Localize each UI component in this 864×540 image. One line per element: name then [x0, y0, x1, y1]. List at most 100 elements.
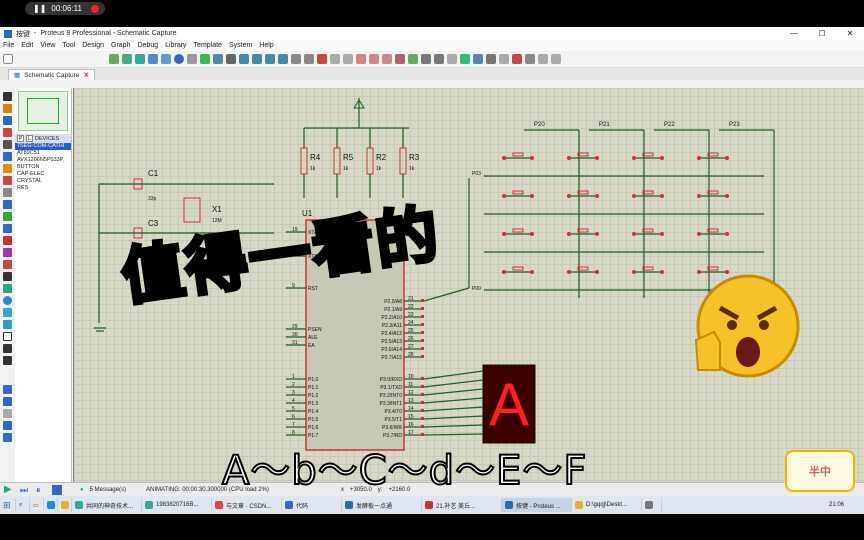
device-list-item[interactable]: AVX1206N5P033P: [15, 157, 71, 164]
packaging-icon[interactable]: [434, 54, 444, 64]
zoom-all-icon[interactable]: [265, 54, 275, 64]
search-taskbar-icon[interactable]: ⌕: [16, 498, 30, 512]
menu-system[interactable]: System: [229, 42, 252, 49]
edge-icon[interactable]: [44, 498, 58, 512]
zoom-in-icon[interactable]: [239, 54, 249, 64]
play-icon[interactable]: ▶: [4, 484, 14, 495]
subcircuit-icon[interactable]: [3, 164, 12, 173]
buses-icon[interactable]: [3, 152, 12, 161]
bom-icon[interactable]: [135, 54, 145, 64]
current-probe-icon[interactable]: [3, 248, 12, 257]
menu-view[interactable]: View: [40, 42, 55, 49]
netlist-icon[interactable]: [538, 54, 548, 64]
pick-device-icon[interactable]: [408, 54, 418, 64]
minimize-icon[interactable]: —: [780, 29, 808, 38]
pause-sim-icon[interactable]: ⏸: [36, 485, 46, 495]
close-icon[interactable]: ✕: [836, 29, 864, 38]
rotate-cw-icon[interactable]: [3, 385, 12, 394]
maximize-icon[interactable]: ☐: [808, 29, 836, 38]
graph-icon[interactable]: [3, 200, 12, 209]
taskbar-item[interactable]: 21.补艺 美丘...: [422, 498, 502, 512]
component-mode-icon[interactable]: [3, 104, 12, 113]
new-file-icon[interactable]: [3, 54, 13, 64]
wire-autorouter-icon[interactable]: [460, 54, 470, 64]
redo-icon[interactable]: [304, 54, 314, 64]
device-list-item[interactable]: BUTTON: [15, 164, 71, 171]
device-list-item[interactable]: RES: [15, 185, 71, 192]
taskbar-item[interactable]: 代码: [282, 498, 342, 512]
text-icon[interactable]: [3, 332, 12, 341]
menu-library[interactable]: Library: [165, 42, 186, 49]
pcb-icon[interactable]: [122, 54, 132, 64]
new-sheet-icon[interactable]: [499, 54, 509, 64]
flip-vertical-icon[interactable]: [3, 433, 12, 442]
block-copy-icon[interactable]: [356, 54, 366, 64]
virtual-instruments-icon[interactable]: [3, 260, 12, 269]
library-manager-button[interactable]: L: [26, 135, 33, 142]
device-list-item[interactable]: 7SEG-COM-CATHI: [15, 143, 71, 150]
box-icon[interactable]: [3, 284, 12, 293]
exit-parent-icon[interactable]: [525, 54, 535, 64]
block-rotate-icon[interactable]: [382, 54, 392, 64]
copy-icon[interactable]: [330, 54, 340, 64]
taskbar-item[interactable]: 发酵板一点通: [342, 498, 422, 512]
taskbar-item[interactable]: [642, 498, 662, 512]
recording-timer[interactable]: ❚❚ 00:06:11: [25, 2, 105, 15]
paste-icon[interactable]: [343, 54, 353, 64]
menu-tool[interactable]: Tool: [62, 42, 75, 49]
tab-schematic-capture[interactable]: ▦ Schematic Capture ✕: [8, 69, 95, 80]
device-list-item[interactable]: CAP-ELEC: [15, 171, 71, 178]
zoom-out-icon[interactable]: [252, 54, 262, 64]
menu-debug[interactable]: Debug: [138, 42, 159, 49]
arc-icon[interactable]: [3, 308, 12, 317]
make-device-icon[interactable]: [421, 54, 431, 64]
erc-icon[interactable]: [551, 54, 561, 64]
taskbar-item-proteus[interactable]: 按键 - Proteus ...: [502, 498, 572, 512]
step-icon[interactable]: ⏭: [20, 485, 30, 495]
symbol-icon[interactable]: [3, 344, 12, 353]
menu-graph[interactable]: Graph: [111, 42, 130, 49]
schematic-icon[interactable]: [109, 54, 119, 64]
marker-icon[interactable]: [3, 356, 12, 365]
terminals-icon[interactable]: [3, 176, 12, 185]
text-script-icon[interactable]: [3, 140, 12, 149]
cut-icon[interactable]: [317, 54, 327, 64]
taskbar-item[interactable]: 1983820716B...: [142, 498, 212, 512]
gerber-icon[interactable]: [161, 54, 171, 64]
decompose-icon[interactable]: [447, 54, 457, 64]
device-list-item[interactable]: CRYSTAL: [15, 178, 71, 185]
menu-edit[interactable]: Edit: [21, 42, 33, 49]
refresh-icon[interactable]: [187, 54, 197, 64]
remove-sheet-icon[interactable]: [512, 54, 522, 64]
junction-icon[interactable]: [3, 116, 12, 125]
grid-icon[interactable]: [200, 54, 210, 64]
zoom-area-icon[interactable]: [278, 54, 288, 64]
menu-design[interactable]: Design: [82, 42, 104, 49]
task-view-icon[interactable]: ▭: [30, 498, 44, 512]
search-icon[interactable]: [473, 54, 483, 64]
path-icon[interactable]: [3, 320, 12, 329]
source-code-icon[interactable]: [148, 54, 158, 64]
messages-count[interactable]: 5 Message(s): [90, 487, 126, 493]
property-tool-icon[interactable]: [486, 54, 496, 64]
record-icon[interactable]: [91, 4, 99, 13]
selection-mode-icon[interactable]: [3, 92, 12, 101]
rotation-angle-field[interactable]: [3, 409, 12, 418]
close-tab-icon[interactable]: ✕: [83, 71, 88, 79]
stop-icon[interactable]: [52, 484, 62, 495]
line-icon[interactable]: [3, 272, 12, 281]
rotate-ccw-icon[interactable]: [3, 397, 12, 406]
menu-file[interactable]: File: [3, 42, 14, 49]
origin-icon[interactable]: [213, 54, 223, 64]
taskbar-item[interactable]: 共同的神奇技术...: [72, 498, 142, 512]
windows-start-icon[interactable]: ⊞: [0, 498, 16, 512]
file-explorer-icon[interactable]: [58, 498, 72, 512]
taskbar-item[interactable]: D:\gqqj\Deskt...: [572, 498, 642, 512]
tape-recorder-icon[interactable]: [3, 212, 12, 221]
device-pins-icon[interactable]: [3, 188, 12, 197]
generator-icon[interactable]: [3, 224, 12, 233]
menu-help[interactable]: Help: [259, 42, 273, 49]
block-delete-icon[interactable]: [395, 54, 405, 64]
undo-icon[interactable]: [291, 54, 301, 64]
pause-icon[interactable]: ❚❚: [33, 4, 46, 13]
